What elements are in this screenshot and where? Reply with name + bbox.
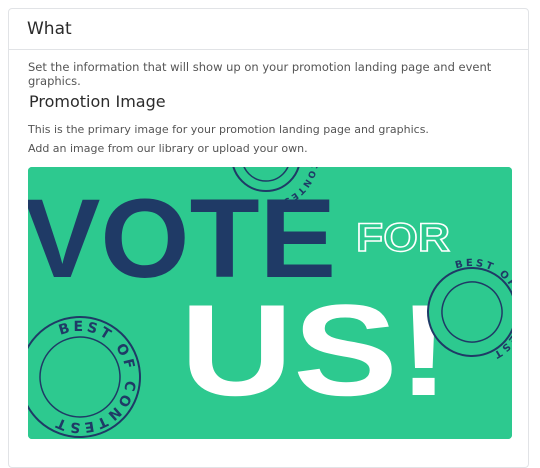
us-text: US! [180,277,450,423]
helper-line-1: This is the primary image for your promo… [28,123,429,136]
helper-line-2: Add an image from our library or upload … [28,142,308,155]
card-header: What [9,9,528,50]
promotion-image-helper: This is the primary image for your promo… [28,120,429,158]
section-description: Set the information that will show up on… [28,60,492,88]
what-card: What Set the information that will show … [8,8,529,468]
promotion-image-preview[interactable]: BEST OF CONTEST VOTE FOR US! BEST OF CON… [28,167,512,439]
promotion-graphic: BEST OF CONTEST VOTE FOR US! BEST OF CON… [28,167,512,439]
promotion-image-title: Promotion Image [29,92,166,111]
section-title: What [27,19,72,39]
for-text: FOR [356,216,450,260]
